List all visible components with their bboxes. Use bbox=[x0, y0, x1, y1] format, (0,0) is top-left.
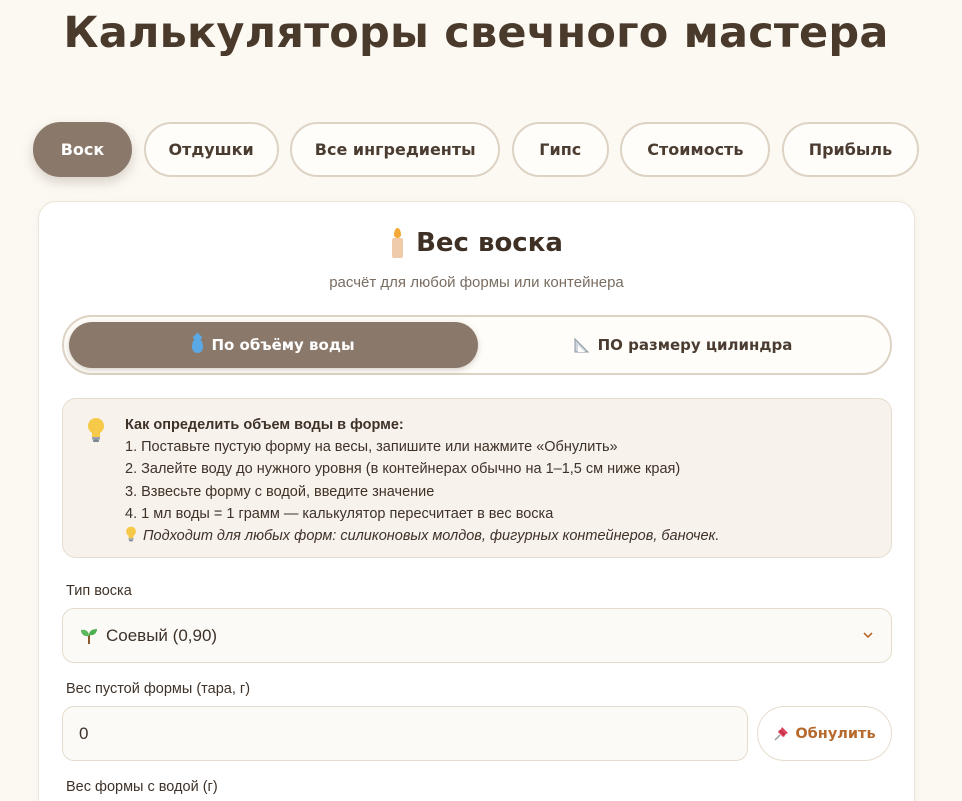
ruler-icon bbox=[574, 337, 589, 353]
tare-weight-label: Вес пустой формы (тара, г) bbox=[66, 681, 251, 697]
filled-weight-label: Вес формы с водой (г) bbox=[66, 779, 218, 795]
calculator-tabs: Воск Отдушки Все ингредиенты Гипс Стоимо… bbox=[33, 122, 919, 177]
instruction-step: 3. Взвесьте форму с водой, введите значе… bbox=[125, 483, 435, 500]
instructions-box: Как определить объем воды в форме: 1. По… bbox=[62, 398, 892, 558]
wax-type-value: Соевый (0,90) bbox=[106, 625, 218, 645]
instructions-note: Подходит для любых форм: силиконовых мол… bbox=[143, 528, 720, 545]
water-drop-icon bbox=[192, 337, 204, 353]
instruction-step: 2. Залейте воду до нужного уровня (в кон… bbox=[125, 461, 681, 478]
wax-type-select[interactable]: Соевый (0,90) bbox=[62, 608, 892, 663]
tab-gypsum[interactable]: Гипс bbox=[511, 122, 609, 177]
tab-cost[interactable]: Стоимость bbox=[620, 122, 771, 177]
mode-water-label: По объёму воды bbox=[211, 336, 355, 354]
tare-weight-input[interactable]: 0 bbox=[62, 706, 748, 761]
calculator-header: Вес воска bbox=[39, 228, 914, 258]
calculator-title: Вес воска bbox=[416, 228, 563, 258]
instructions-heading: Как определить объем воды в форме: bbox=[125, 417, 404, 433]
reset-button[interactable]: Обнулить bbox=[757, 706, 892, 761]
tab-all-ingredients[interactable]: Все ингредиенты bbox=[290, 122, 501, 177]
wax-calculator-card: Вес воска расчёт для любой формы или кон… bbox=[38, 201, 915, 801]
instruction-step: 1. Поставьте пустую форму на весы, запиш… bbox=[125, 439, 618, 456]
page-title: Калькуляторы свечного мастера bbox=[63, 8, 889, 58]
sprout-icon bbox=[81, 628, 97, 644]
lightbulb-icon bbox=[126, 526, 136, 542]
pushpin-icon bbox=[774, 726, 789, 741]
mode-water-volume-button[interactable]: По объёму воды bbox=[69, 322, 478, 368]
mode-cylinder-label: ПО размеру цилиндра bbox=[597, 336, 793, 354]
candle-icon bbox=[390, 228, 404, 258]
tab-wax[interactable]: Воск bbox=[33, 122, 132, 177]
lightbulb-icon bbox=[88, 418, 104, 442]
instructions-text: Как определить объем воды в форме: 1. По… bbox=[125, 414, 875, 547]
wax-type-label: Тип воска bbox=[66, 583, 132, 599]
calculator-subtitle: расчёт для любой формы или контейнера bbox=[329, 274, 624, 291]
chevron-down-icon bbox=[863, 632, 873, 639]
reset-button-label: Обнулить bbox=[795, 725, 876, 742]
instruction-step: 4. 1 мл воды = 1 грамм — калькулятор пер… bbox=[125, 505, 554, 522]
tab-fragrance[interactable]: Отдушки bbox=[143, 122, 279, 177]
tab-profit[interactable]: Прибыль bbox=[781, 122, 919, 177]
instructions-note-row: Подходит для любых форм: силиконовых мол… bbox=[125, 525, 875, 547]
mode-cylinder-size-button[interactable]: ПО размеру цилиндра bbox=[478, 322, 888, 368]
mode-switch: По объёму воды ПО размеру цилиндра bbox=[62, 315, 892, 375]
